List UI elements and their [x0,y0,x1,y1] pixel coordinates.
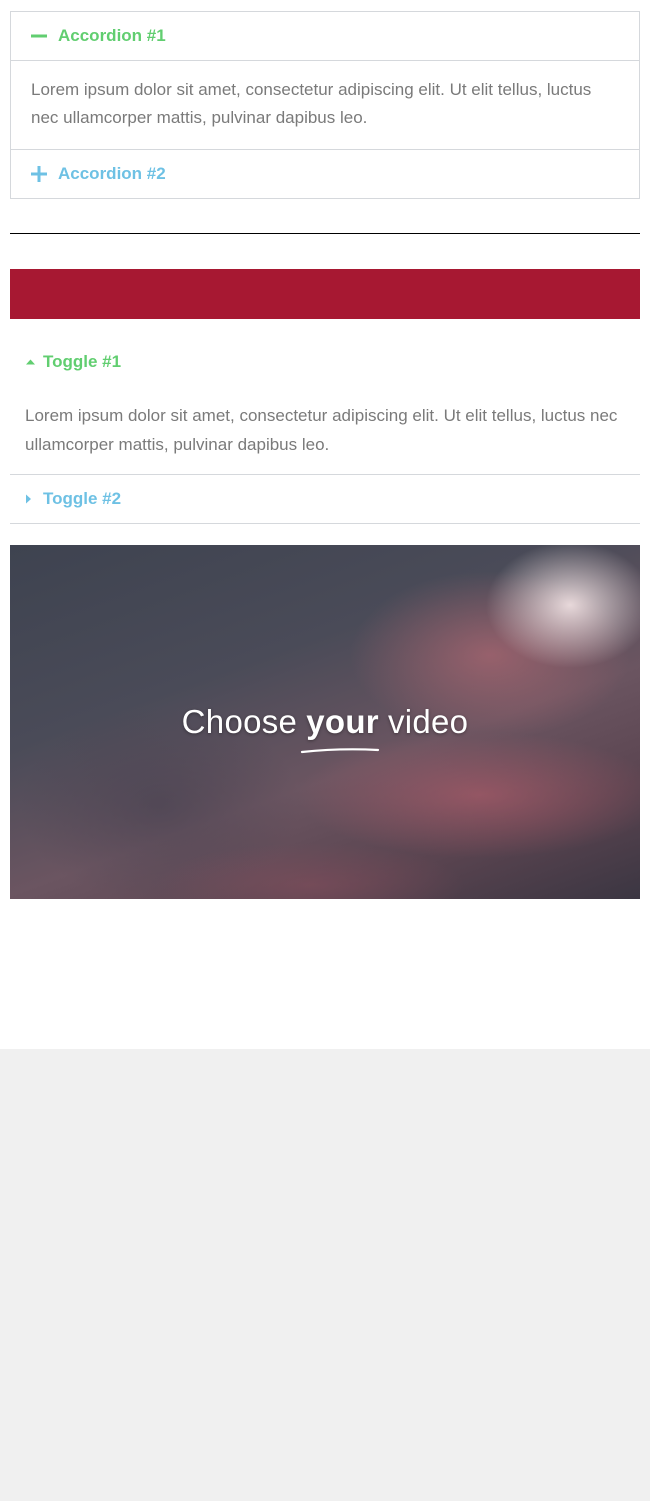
toggle-item-1-label: Toggle #1 [43,352,122,371]
caret-right-icon [25,493,37,505]
video-caption-emph-text: your [306,703,379,740]
accordion: Accordion #1 Lorem ipsum dolor sit amet,… [10,11,640,199]
video-player[interactable]: Choose your video [10,545,640,899]
toggle-item-1-content: Lorem ipsum dolor sit amet, consectetur … [10,386,640,475]
accordion-item-2-label: Accordion #2 [58,164,166,183]
video-caption: Choose your video [10,545,640,899]
accordion-item-2-title[interactable]: Accordion #2 [11,150,639,198]
page-content: Accordion #1 Lorem ipsum dolor sit amet,… [0,0,650,1049]
toggle-item-2-title[interactable]: Toggle #2 [10,475,640,523]
accordion-item-1-label: Accordion #1 [58,26,166,45]
plus-icon [31,166,47,182]
video-caption-emphasis: your [301,703,380,754]
video-caption-pre: Choose [181,703,298,740]
toggle-item-1-title[interactable]: Toggle #1 [10,338,640,386]
red-banner [10,269,640,319]
divider [10,233,640,234]
toggle-item-2-label: Toggle #2 [43,489,122,508]
video-caption-post: video [387,703,469,740]
minus-icon [31,28,47,44]
caret-up-icon [25,356,37,368]
accordion-item-1-content: Lorem ipsum dolor sit amet, consectetur … [11,60,639,150]
brush-underline-icon [301,748,380,754]
accordion-item-1-title[interactable]: Accordion #1 [11,12,639,60]
toggle: Toggle #1 Lorem ipsum dolor sit amet, co… [10,338,640,524]
